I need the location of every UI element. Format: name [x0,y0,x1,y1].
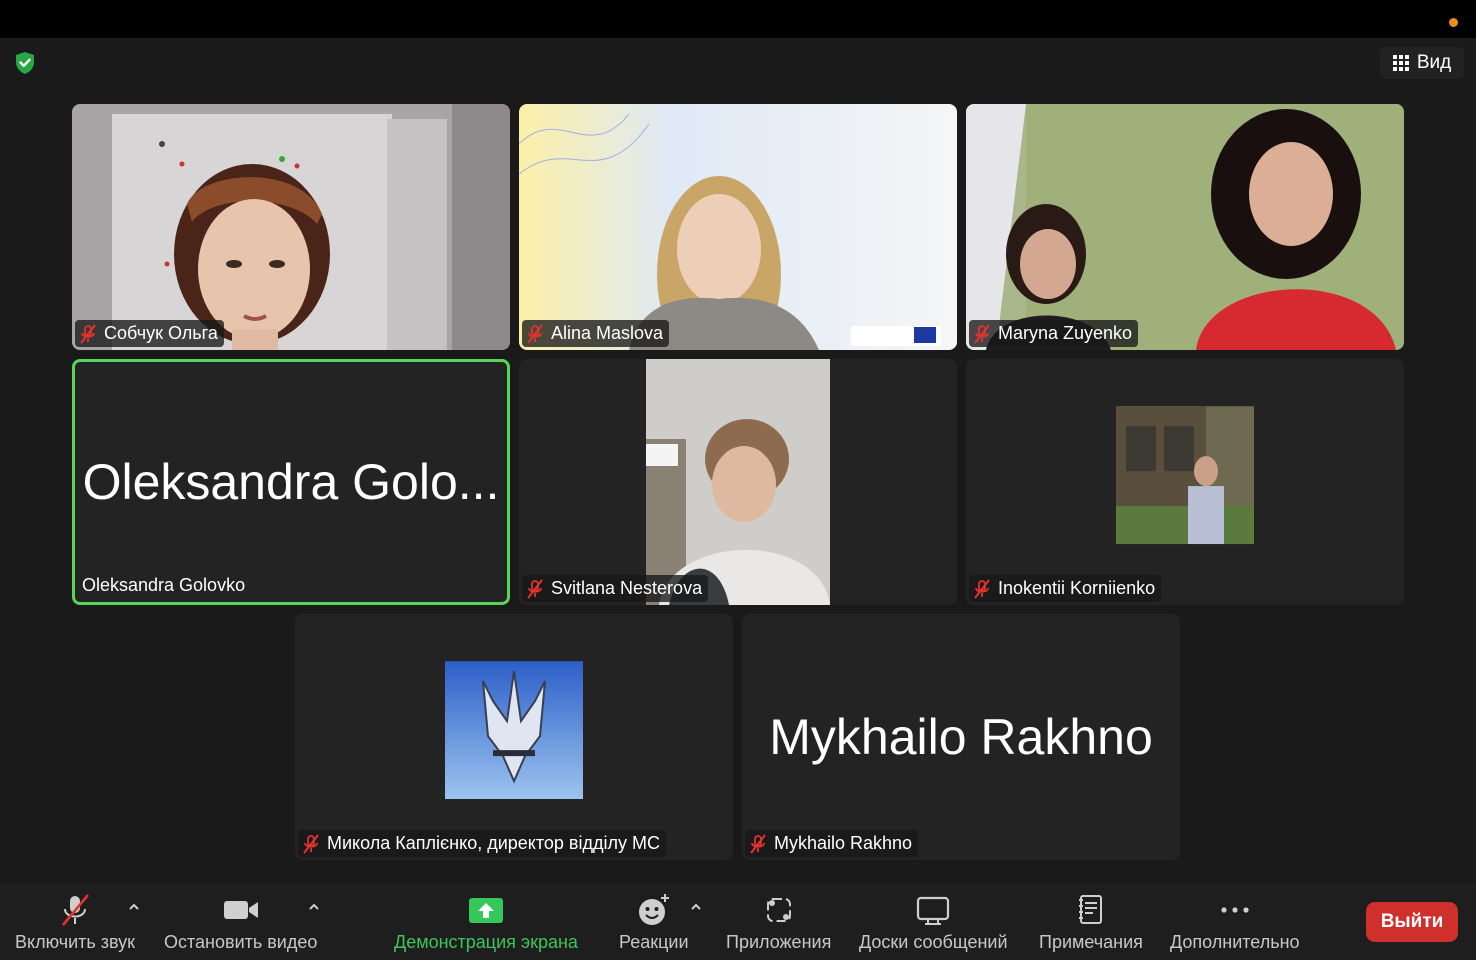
video-feed-zuyenko [966,104,1404,350]
participant-display-name: Oleksandra Golo... [82,454,500,510]
notes-button[interactable]: Примечания [1039,892,1143,953]
participant-name: Svitlana Nesterova [551,578,703,598]
participant-name: Микола Каплієнко, директор відділу МС [327,833,660,853]
muted-mic-icon [974,578,990,599]
participant-name: Oleksandra Golovko [82,575,246,595]
share-screen-icon [468,898,503,923]
participant-name: Alina Maslova [551,323,664,343]
view-button-label: Вид [1416,52,1452,73]
window-title-bar [0,0,1476,38]
muted-mic-icon [303,833,319,854]
participant-name-tag: Mykhailo Rakhno [745,830,919,857]
participant-name-tag: Oleksandra Golovko [78,572,251,599]
muted-mic-icon [80,323,96,344]
chevron-up-icon[interactable] [127,900,141,914]
participant-tile-korniienko[interactable]: Inokentii Korniienko [966,359,1404,605]
apps-label: Приложения [726,932,832,952]
participant-name-tag: Собчук Ольга [75,320,224,347]
participant-tile-zuyenko[interactable]: Maryna Zuyenko [966,104,1404,350]
muted-mic-icon [974,323,990,344]
profile-picture [1116,406,1254,545]
whiteboards-button[interactable]: Доски сообщений [859,892,1008,953]
security-shield-icon[interactable] [12,50,38,76]
reactions-button[interactable]: Реакции [619,892,689,953]
emoji-plus-icon [638,894,669,925]
more-dots-icon [1221,907,1249,913]
recording-indicator-dot [1449,18,1458,27]
participant-tile-rakhno[interactable]: Mykhailo Rakhno Mykhailo Rakhno [742,614,1180,860]
apps-button[interactable]: Приложения [726,892,831,953]
participant-name: Inokentii Korniienko [998,578,1156,598]
reactions-label: Реакции [619,932,689,952]
participant-name-tag: Maryna Zuyenko [969,320,1139,347]
video-camera-icon [223,901,258,919]
notes-label: Примечания [1039,932,1143,952]
share-screen-label: Демонстрация экрана [394,932,578,952]
video-feed-sobchuk [72,104,510,350]
profile-picture [445,661,583,800]
muted-microphone-icon [62,894,90,926]
video-feed-maslova [519,104,957,350]
participant-name-tag: Микола Каплієнко, директор відділу МС [298,830,666,857]
participant-tile-maslova[interactable]: Alina Maslova [519,104,957,350]
participant-tile-golovko[interactable]: Oleksandra Golo... Oleksandra Golovko [72,359,510,605]
participant-tile-kaplienko[interactable]: Микола Каплієнко, директор відділу МС [295,614,733,860]
apps-icon [766,898,791,922]
muted-mic-icon [750,833,766,854]
participant-display-name: Mykhailo Rakhno [769,709,1153,765]
stop-video-label: Остановить видео [164,932,318,952]
participant-name-tag: Inokentii Korniienko [969,575,1162,602]
more-label: Дополнительно [1170,932,1300,952]
grid-icon [1392,55,1409,71]
unmute-button[interactable]: Включить звук [15,892,135,953]
participant-tile-sobchuk[interactable]: Собчук Ольга [72,104,510,350]
muted-mic-icon [527,323,543,344]
whiteboards-label: Доски сообщений [859,932,1008,952]
participant-tile-nesterova[interactable]: Svitlana Nesterova [519,359,957,605]
notes-icon [1078,895,1102,924]
share-screen-button[interactable]: Демонстрация экрана [394,892,578,953]
muted-mic-icon [527,578,543,599]
leave-meeting-button[interactable]: Выйти [1366,902,1458,942]
more-button[interactable]: Дополнительно [1170,892,1300,953]
meeting-toolbar: Включить звук Остановить видео Демонстра… [0,884,1476,960]
stop-video-button[interactable]: Остановить видео [164,892,317,953]
participant-name: Maryna Zuyenko [998,323,1133,343]
participant-name-tag: Svitlana Nesterova [522,575,709,602]
whiteboard-icon [917,896,950,925]
participant-name-tag: Alina Maslova [522,320,670,347]
chevron-up-icon[interactable] [307,900,321,914]
participant-name: Собчук Ольга [104,323,218,343]
video-feed-nesterova [519,359,957,605]
participant-name: Mykhailo Rakhno [774,833,913,853]
view-button[interactable]: Вид [1380,47,1464,79]
unmute-label: Включить звук [15,932,136,952]
chevron-up-icon[interactable] [689,900,703,914]
